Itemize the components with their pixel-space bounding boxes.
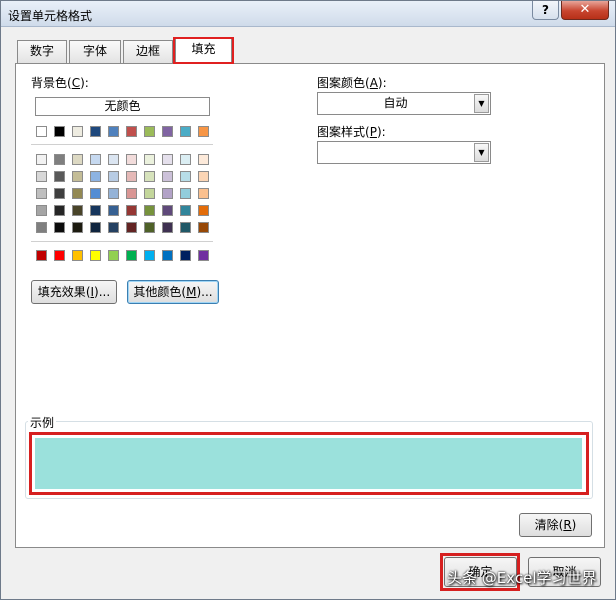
color-swatch[interactable] bbox=[180, 188, 191, 199]
color-swatch[interactable] bbox=[180, 205, 191, 216]
color-swatch[interactable] bbox=[144, 126, 155, 137]
color-swatch[interactable] bbox=[108, 126, 119, 137]
pattern-style-dropdown[interactable]: ▼ bbox=[317, 141, 491, 164]
color-swatch[interactable] bbox=[90, 154, 101, 165]
tab-border[interactable]: 边框 bbox=[123, 40, 173, 63]
color-swatch[interactable] bbox=[162, 188, 173, 199]
close-button[interactable]: ✕ bbox=[561, 1, 609, 20]
window-title: 设置单元格格式 bbox=[8, 9, 93, 23]
color-swatch[interactable] bbox=[180, 171, 191, 182]
color-swatch[interactable] bbox=[144, 188, 155, 199]
clear-button[interactable]: 清除(R) bbox=[519, 513, 592, 537]
chevron-down-icon[interactable]: ▼ bbox=[474, 94, 489, 113]
color-swatch[interactable] bbox=[144, 171, 155, 182]
color-swatch[interactable] bbox=[36, 188, 47, 199]
color-swatch[interactable] bbox=[144, 205, 155, 216]
color-swatch[interactable] bbox=[162, 250, 173, 261]
sample-preview bbox=[35, 438, 582, 489]
color-swatch[interactable] bbox=[144, 250, 155, 261]
pattern-color-dropdown[interactable]: 自动 ▼ bbox=[317, 92, 491, 115]
color-swatch[interactable] bbox=[72, 154, 83, 165]
color-swatch[interactable] bbox=[90, 126, 101, 137]
color-swatch[interactable] bbox=[108, 154, 119, 165]
color-swatch[interactable] bbox=[72, 222, 83, 233]
color-swatch[interactable] bbox=[198, 222, 209, 233]
color-swatch[interactable] bbox=[90, 171, 101, 182]
background-color-label: 背景色(C): bbox=[31, 76, 89, 90]
color-swatch[interactable] bbox=[162, 222, 173, 233]
pattern-color-label: 图案颜色(A): bbox=[317, 76, 387, 90]
more-colors-button[interactable]: 其他颜色(M)... bbox=[127, 280, 219, 304]
color-swatch[interactable] bbox=[180, 154, 191, 165]
color-swatch[interactable] bbox=[36, 154, 47, 165]
no-color-button[interactable]: 无颜色 bbox=[35, 97, 210, 116]
color-swatch[interactable] bbox=[72, 188, 83, 199]
color-swatch[interactable] bbox=[54, 188, 65, 199]
color-swatch[interactable] bbox=[54, 171, 65, 182]
color-swatch[interactable] bbox=[144, 222, 155, 233]
color-swatch[interactable] bbox=[180, 250, 191, 261]
color-swatch[interactable] bbox=[126, 222, 137, 233]
color-swatch[interactable] bbox=[90, 250, 101, 261]
color-swatch[interactable] bbox=[126, 250, 137, 261]
color-swatch[interactable] bbox=[36, 171, 47, 182]
color-swatch[interactable] bbox=[72, 250, 83, 261]
color-swatch[interactable] bbox=[72, 171, 83, 182]
color-swatch[interactable] bbox=[90, 188, 101, 199]
color-swatch[interactable] bbox=[180, 126, 191, 137]
color-swatch[interactable] bbox=[36, 222, 47, 233]
color-swatch[interactable] bbox=[108, 188, 119, 199]
color-swatch[interactable] bbox=[108, 250, 119, 261]
color-swatch[interactable] bbox=[36, 250, 47, 261]
color-swatch[interactable] bbox=[198, 154, 209, 165]
color-swatch[interactable] bbox=[198, 188, 209, 199]
color-swatch[interactable] bbox=[144, 154, 155, 165]
color-swatch[interactable] bbox=[162, 154, 173, 165]
color-swatch[interactable] bbox=[54, 126, 65, 137]
color-swatch[interactable] bbox=[72, 126, 83, 137]
tab-fill[interactable]: 填充 bbox=[175, 38, 232, 64]
color-swatch[interactable] bbox=[108, 171, 119, 182]
color-swatch[interactable] bbox=[54, 250, 65, 261]
color-swatch[interactable] bbox=[180, 222, 191, 233]
color-swatch[interactable] bbox=[126, 171, 137, 182]
color-swatch[interactable] bbox=[108, 222, 119, 233]
help-button[interactable]: ? bbox=[532, 1, 559, 20]
pattern-color-value: 自动 bbox=[383, 96, 408, 110]
color-swatch[interactable] bbox=[126, 205, 137, 216]
tab-font[interactable]: 字体 bbox=[69, 40, 121, 63]
color-swatch[interactable] bbox=[54, 222, 65, 233]
color-swatch[interactable] bbox=[162, 205, 173, 216]
color-swatch[interactable] bbox=[198, 126, 209, 137]
color-swatch[interactable] bbox=[198, 250, 209, 261]
color-swatch[interactable] bbox=[90, 222, 101, 233]
color-swatch[interactable] bbox=[126, 154, 137, 165]
title-bar: 设置单元格格式 bbox=[1, 1, 615, 27]
color-swatch[interactable] bbox=[54, 154, 65, 165]
sample-label: 示例 bbox=[28, 414, 57, 431]
color-swatch[interactable] bbox=[198, 205, 209, 216]
watermark: 头条 @Excel学习世界 bbox=[447, 569, 597, 587]
palette-separator bbox=[31, 144, 213, 145]
color-swatch[interactable] bbox=[126, 188, 137, 199]
pattern-style-value bbox=[318, 142, 473, 163]
fill-effects-button[interactable]: 填充效果(I)... bbox=[31, 280, 117, 304]
color-swatch[interactable] bbox=[90, 205, 101, 216]
format-cells-dialog: 设置单元格格式 ? ✕ 数字 字体 边框 填充 背景色(C): 无颜色 填充效果… bbox=[0, 0, 616, 600]
color-swatch[interactable] bbox=[72, 205, 83, 216]
pattern-style-label: 图案样式(P): bbox=[317, 125, 386, 139]
color-swatch[interactable] bbox=[162, 171, 173, 182]
color-swatch[interactable] bbox=[162, 126, 173, 137]
color-swatch[interactable] bbox=[198, 171, 209, 182]
tab-number[interactable]: 数字 bbox=[17, 40, 67, 63]
color-swatch[interactable] bbox=[36, 205, 47, 216]
chevron-down-icon[interactable]: ▼ bbox=[474, 143, 489, 162]
color-swatch[interactable] bbox=[108, 205, 119, 216]
color-swatch[interactable] bbox=[54, 205, 65, 216]
palette-separator bbox=[31, 241, 213, 242]
color-swatch[interactable] bbox=[126, 126, 137, 137]
color-swatch[interactable] bbox=[36, 126, 47, 137]
